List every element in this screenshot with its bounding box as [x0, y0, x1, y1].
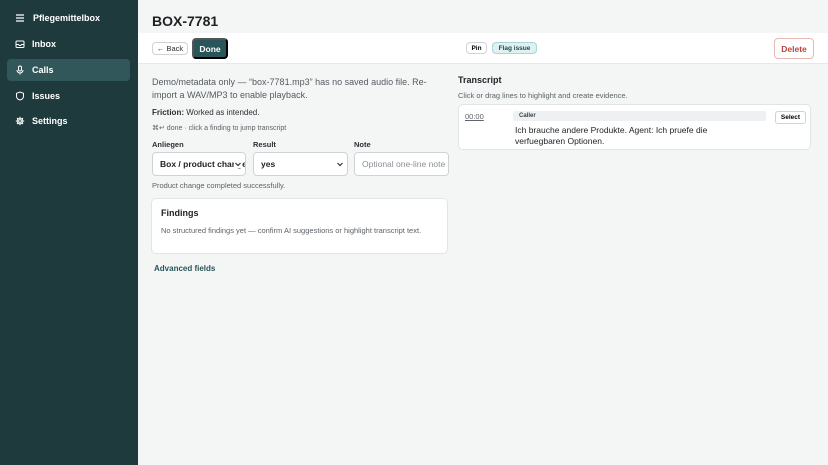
result-value: yes	[261, 159, 276, 169]
sidebar-item-label: Issues	[32, 91, 61, 101]
advanced-fields-link[interactable]: Advanced fields	[154, 264, 215, 273]
transcript-text[interactable]: Ich brauche andere Produkte. Agent: Ich …	[515, 125, 755, 147]
inbox-icon	[15, 39, 25, 49]
speaker-bar	[513, 111, 766, 121]
page-title: BOX-7781	[152, 13, 219, 29]
result-select[interactable]: yes	[253, 152, 348, 176]
flag-issue-button[interactable]: Flag issue	[492, 42, 537, 54]
delete-button[interactable]: Delete	[774, 38, 814, 59]
microphone-icon	[15, 65, 25, 75]
transcript-title: Transcript	[458, 75, 502, 85]
friction-label: Friction:	[152, 108, 184, 117]
sidebar-item-label: Settings	[32, 116, 68, 126]
shield-icon	[15, 91, 25, 101]
sidebar-item-label: Calls	[32, 65, 54, 75]
sidebar-item-issues[interactable]: Issues	[7, 85, 130, 107]
done-button[interactable]: Done	[192, 38, 228, 59]
sidebar: Pflegemittelbox Inbox Calls Issues Setti…	[0, 0, 138, 465]
friction-value: Worked as intended.	[186, 108, 260, 117]
action-toolbar: ← Back Done Pin Flag issue Delete	[138, 33, 828, 64]
brand[interactable]: Pflegemittelbox	[15, 13, 100, 23]
note-input[interactable]: Optional one-line note	[354, 152, 449, 176]
findings-empty-text: No structured findings yet — confirm AI …	[161, 226, 422, 235]
sidebar-item-inbox[interactable]: Inbox	[7, 33, 130, 55]
shortcut-hint: ⌘↵ done · click a finding to jump transc…	[152, 125, 287, 132]
result-status-text: Product change completed successfully.	[152, 181, 286, 190]
sidebar-item-settings[interactable]: Settings	[7, 110, 130, 132]
speaker-badge: Caller	[519, 113, 536, 119]
result-label: Result	[253, 140, 276, 149]
back-button[interactable]: ← Back	[152, 42, 188, 55]
findings-title: Findings	[161, 208, 199, 218]
sidebar-item-calls[interactable]: Calls	[7, 59, 130, 81]
brand-name: Pflegemittelbox	[33, 13, 101, 23]
friction-line: Friction: Worked as intended.	[152, 108, 259, 117]
demo-notice: Demo/metadata only — “box-7781.mp3” has …	[152, 77, 427, 100]
select-line-button[interactable]: Select	[775, 111, 806, 124]
sidebar-item-label: Inbox	[32, 39, 56, 49]
transcript-hint: Click or drag lines to highlight and cre…	[458, 91, 628, 100]
chevron-down-icon	[336, 160, 344, 168]
pin-button[interactable]: Pin	[466, 42, 487, 54]
anliegen-label: Anliegen	[152, 140, 184, 149]
note-label: Note	[354, 140, 371, 149]
anliegen-select[interactable]: Box / product change	[152, 152, 246, 176]
timestamp-link[interactable]: 00:00	[465, 112, 484, 121]
menu-icon[interactable]	[15, 13, 25, 23]
gear-icon	[15, 116, 25, 126]
transcript-line[interactable]: 00:00 Caller Ich brauche andere Produkte…	[458, 104, 811, 150]
chevron-down-icon	[234, 160, 242, 168]
findings-panel: Findings No structured findings yet — co…	[151, 198, 448, 254]
note-placeholder: Optional one-line note	[362, 159, 446, 169]
